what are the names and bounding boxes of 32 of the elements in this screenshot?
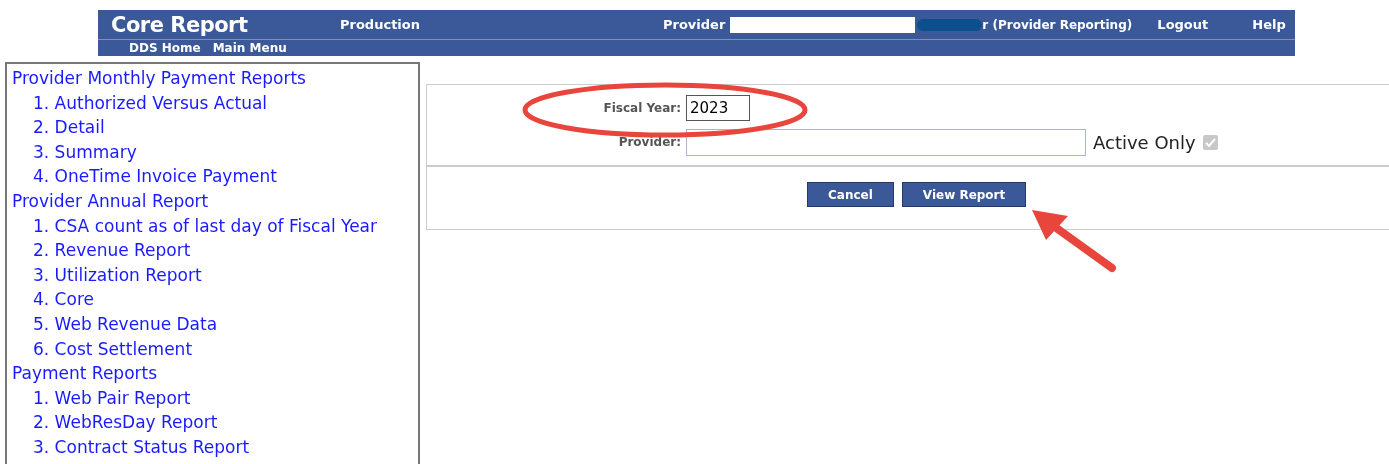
menu-item-link[interactable]: 3. Utilization Report: [12, 262, 418, 288]
help-link[interactable]: Help: [1252, 17, 1286, 32]
logout-link[interactable]: Logout: [1157, 17, 1253, 32]
user-role: r (Provider Reporting): [982, 17, 1134, 32]
menu-item-link[interactable]: 1. Authorized Versus Actual: [12, 90, 418, 116]
app-title: Core Report: [111, 12, 249, 37]
provider-field[interactable]: [686, 128, 1086, 156]
menu-item-link[interactable]: 2. Revenue Report: [12, 238, 418, 263]
fiscal-year-field[interactable]: 2023: [686, 95, 750, 121]
active-only-label: Active Only: [1093, 131, 1196, 153]
menu-item-link[interactable]: 2. WebResDay Report: [12, 410, 418, 435]
menu-item-link[interactable]: 1. CSA count as of last day of Fiscal Year: [12, 213, 418, 239]
menu-item-link[interactable]: 5. Web Revenue Data: [12, 311, 418, 337]
provider-label: Provider: [663, 17, 726, 32]
environment-label: Production: [340, 17, 421, 32]
menu-group-link[interactable]: Payment Reports: [12, 361, 418, 386]
menu-item-link[interactable]: 2. Detail: [12, 115, 418, 140]
menu-item-link[interactable]: 3. Summary: [12, 139, 418, 165]
nav-link[interactable]: Main Menu: [212, 41, 287, 55]
view-report-button[interactable]: View Report: [901, 182, 1027, 207]
cancel-button[interactable]: Cancel: [807, 182, 894, 207]
menu-group-link[interactable]: Provider Annual Report: [12, 188, 418, 214]
menu-item-link[interactable]: 4. Core: [12, 287, 418, 312]
fiscal-year-label: Fiscal Year:: [603, 101, 681, 115]
menu-item-link[interactable]: 6. Cost Settlement: [12, 336, 418, 362]
menu-item-link[interactable]: 1. Web Pair Report: [12, 385, 418, 411]
nav-link[interactable]: DDS Home: [129, 41, 201, 55]
redaction-blob: [917, 18, 983, 31]
provider-label: Provider:: [618, 135, 681, 149]
menu-group-link[interactable]: Provider Monthly Payment Reports: [12, 66, 418, 91]
menu-item-link[interactable]: 3. Contract Status Report: [12, 434, 418, 460]
menu-item-link[interactable]: 4. OneTime Invoice Payment: [12, 164, 418, 189]
